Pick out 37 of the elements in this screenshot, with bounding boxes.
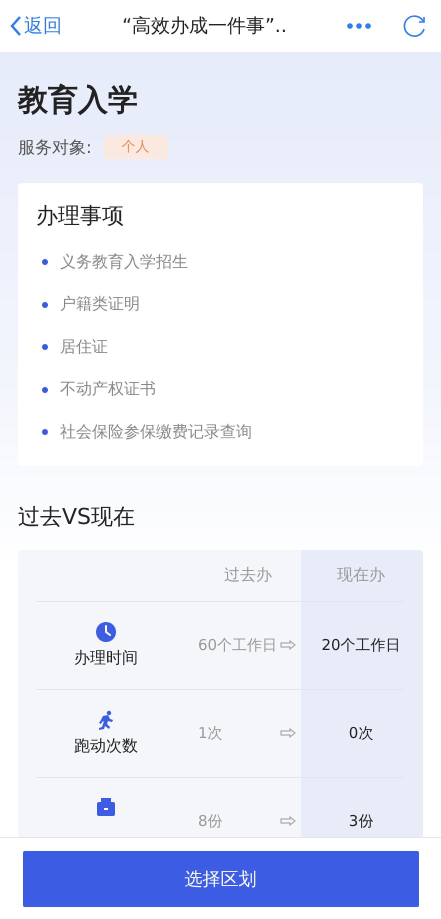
matter-item: 社会保险参保缴费记录查询 xyxy=(60,422,252,443)
now-value: 3份 xyxy=(348,812,374,830)
refresh-icon[interactable] xyxy=(403,14,427,38)
briefcase-icon xyxy=(96,797,116,817)
now-value: 20个工作日 xyxy=(321,636,401,654)
bullet-icon xyxy=(42,429,48,436)
card-title: 办理事项 xyxy=(36,203,125,231)
row-label: 办理时间 xyxy=(74,648,138,668)
column-header: 过去办 xyxy=(224,564,272,586)
service-title: 教育入学 xyxy=(18,82,139,120)
bullet-icon xyxy=(42,344,48,350)
bullet-icon xyxy=(42,302,48,308)
runner-icon xyxy=(96,710,116,730)
clock-icon xyxy=(96,622,116,642)
bullet-icon xyxy=(42,259,48,266)
back-link[interactable]: 返回 xyxy=(10,13,62,39)
chevron-left-icon xyxy=(10,15,22,37)
arrow-icon xyxy=(280,728,296,738)
service-target-label: 服务对象: xyxy=(18,136,92,158)
select-region-button[interactable]: 选择区划 xyxy=(22,850,418,906)
past-value: 1次 xyxy=(198,724,223,742)
matter-item: 义务教育入学招生 xyxy=(60,252,188,273)
now-value: 0次 xyxy=(348,724,374,742)
section-title: 过去VS现在 xyxy=(18,504,136,532)
matter-item: 户籍类证明 xyxy=(60,294,140,316)
matter-item: 不动产权证书 xyxy=(60,379,156,400)
more-icon[interactable] xyxy=(347,23,371,29)
service-tag: 个人 xyxy=(104,135,168,159)
arrow-icon xyxy=(280,640,296,650)
row-label: 跑动次数 xyxy=(74,736,138,756)
column-header: 现在办 xyxy=(337,564,385,586)
matter-item: 居住证 xyxy=(60,336,108,358)
past-value: 60个工作日 xyxy=(198,636,278,654)
arrow-icon xyxy=(280,816,296,826)
page-title: “高效办成一件事”.. xyxy=(121,14,288,39)
bullet-icon xyxy=(42,386,48,393)
past-value: 8份 xyxy=(198,812,223,830)
